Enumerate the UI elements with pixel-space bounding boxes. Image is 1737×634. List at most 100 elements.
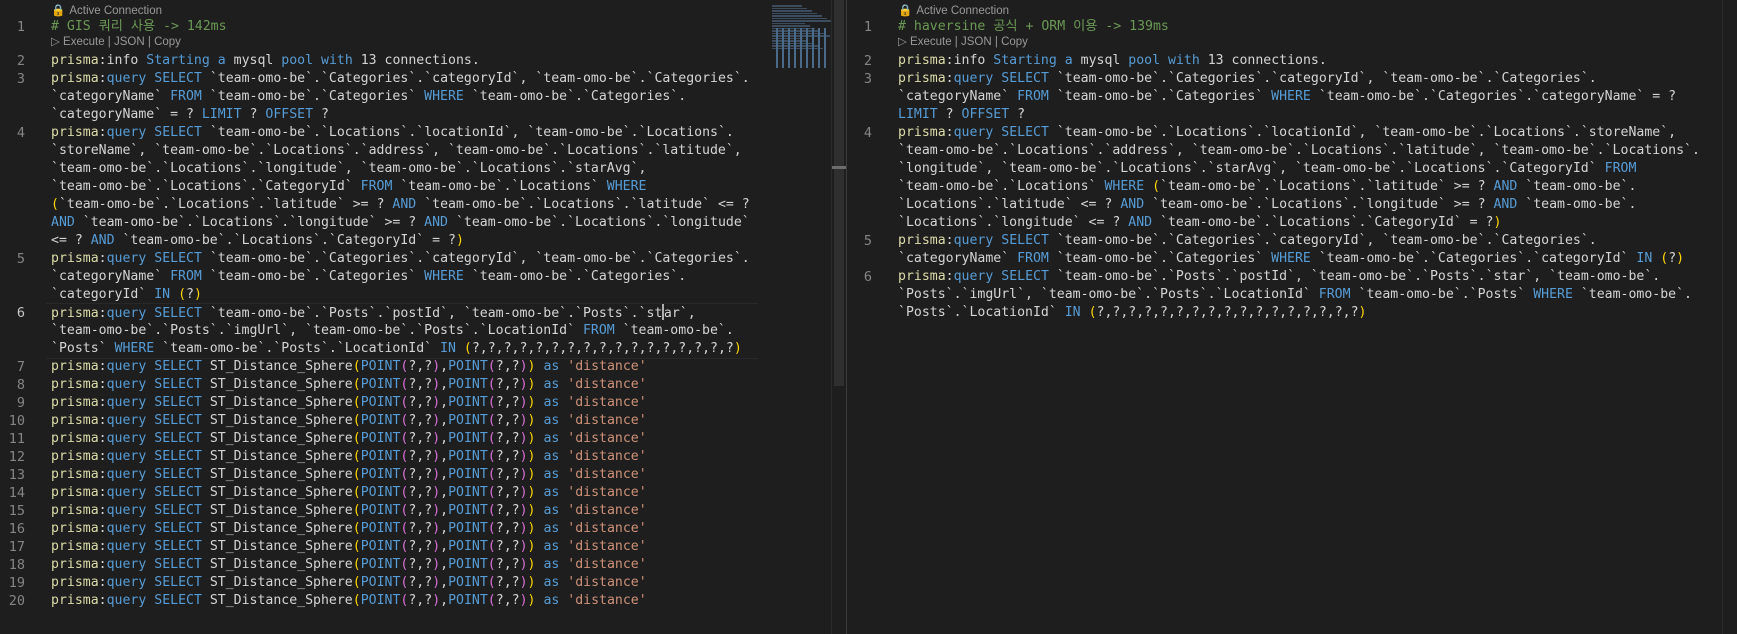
code-line[interactable]: prisma:query SELECT `team-omo-be`.`Locat… <box>51 124 734 142</box>
code-line[interactable]: prisma:query SELECT ST_Distance_Sphere(P… <box>51 412 647 430</box>
lens-separator: | <box>144 36 155 48</box>
play-icon: ▷ <box>898 36 911 48</box>
line-number[interactable]: 4 <box>847 124 872 142</box>
code-line-wrapped[interactable]: LIMIT ? OFFSET ? <box>898 106 1025 124</box>
code-line-wrapped[interactable]: `categoryId` IN (?) <box>51 286 202 304</box>
code-line[interactable]: prisma:query SELECT `team-omo-be`.`Locat… <box>898 124 1676 142</box>
code-line-wrapped[interactable]: `storeName`, `team-omo-be`.`Locations`.`… <box>51 142 742 160</box>
code-line[interactable]: prisma:query SELECT ST_Distance_Sphere(P… <box>51 448 647 466</box>
line-number[interactable]: 14 <box>0 484 25 502</box>
copy-link[interactable]: Copy <box>1001 36 1028 48</box>
code-line-wrapped[interactable]: `Posts` WHERE `team-omo-be`.`Posts`.`Loc… <box>51 340 742 358</box>
lens-separator: | <box>104 36 114 48</box>
code-line[interactable]: # GIS 쿼리 사용 -> 142ms <box>51 18 227 36</box>
scrollbar-thumb[interactable] <box>834 0 844 386</box>
code-line-wrapped[interactable]: `categoryName` FROM `team-omo-be`.`Categ… <box>898 88 1676 106</box>
code-line[interactable]: prisma:query SELECT ST_Distance_Sphere(P… <box>51 430 647 448</box>
minimap-line <box>794 28 796 68</box>
code-line-wrapped[interactable]: `Posts`.`LocationId` IN (?,?,?,?,?,?,?,?… <box>898 304 1367 322</box>
line-number[interactable]: 1 <box>0 18 25 36</box>
code-line[interactable]: prisma:query SELECT ST_Distance_Sphere(P… <box>51 520 647 538</box>
execute-link[interactable]: Execute <box>63 36 105 48</box>
code-line-wrapped[interactable]: `team-omo-be`.`Locations`.`longitude`, `… <box>51 160 646 178</box>
copy-link[interactable]: Copy <box>154 36 181 48</box>
code-line[interactable]: prisma:query SELECT ST_Distance_Sphere(P… <box>51 484 647 502</box>
code-line[interactable]: prisma:query SELECT `team-omo-be`.`Posts… <box>898 268 1660 286</box>
line-number[interactable]: 18 <box>0 556 25 574</box>
json-link[interactable]: JSON <box>961 36 992 48</box>
code-line[interactable]: prisma:query SELECT ST_Distance_Sphere(P… <box>51 502 647 520</box>
code-line[interactable]: prisma:query SELECT `team-omo-be`.`Categ… <box>898 232 1597 250</box>
line-number[interactable]: 2 <box>0 52 25 70</box>
code-line-wrapped[interactable]: `Locations`.`longitude` <= ? AND `team-o… <box>898 214 1501 232</box>
code-line[interactable]: prisma:query SELECT ST_Distance_Sphere(P… <box>51 358 647 376</box>
line-number[interactable]: 10 <box>0 412 25 430</box>
code-line-wrapped[interactable]: `Posts`.`imgUrl`, `team-omo-be`.`Posts`.… <box>898 286 1692 304</box>
line-number[interactable]: 16 <box>0 520 25 538</box>
line-number[interactable]: 8 <box>0 376 25 394</box>
code-line[interactable]: prisma:query SELECT ST_Distance_Sphere(P… <box>51 592 647 610</box>
minimap-line <box>772 25 810 27</box>
editor-pane-right[interactable]: 123456 # haversine 공식 + ORM 이용 -> 139ms p… <box>847 0 1737 634</box>
line-number[interactable]: 6 <box>847 268 872 286</box>
lock-icon: 🔒 <box>898 5 913 17</box>
code-line[interactable]: prisma:query SELECT ST_Distance_Sphere(P… <box>51 376 647 394</box>
code-line[interactable]: prisma:info Starting a mysql pool with 1… <box>898 52 1327 70</box>
line-number[interactable]: 11 <box>0 430 25 448</box>
code-line[interactable]: prisma:info Starting a mysql pool with 1… <box>51 52 480 70</box>
line-number[interactable]: 19 <box>0 574 25 592</box>
minimap[interactable] <box>772 4 834 70</box>
line-number[interactable]: 4 <box>0 124 25 142</box>
code-line-wrapped[interactable]: `team-omo-be`.`Locations`.`address`, `te… <box>898 142 1700 160</box>
vertical-scrollbar[interactable] <box>1722 0 1737 634</box>
vertical-scrollbar[interactable] <box>831 0 846 634</box>
json-link[interactable]: JSON <box>114 36 145 48</box>
code-line-wrapped[interactable]: `categoryName` FROM `team-omo-be`.`Categ… <box>51 268 686 286</box>
line-number[interactable]: 17 <box>0 538 25 556</box>
line-number[interactable]: 7 <box>0 358 25 376</box>
code-line[interactable]: prisma:query SELECT ST_Distance_Sphere(P… <box>51 556 647 574</box>
code-line[interactable]: prisma:query SELECT `team-omo-be`.`Categ… <box>898 70 1597 88</box>
line-number[interactable]: 20 <box>0 592 25 610</box>
code-line-wrapped[interactable]: `categoryName` = ? LIMIT ? OFFSET ? <box>51 106 329 124</box>
code-line-wrapped[interactable]: <= ? AND `team-omo-be`.`Locations`.`Cate… <box>51 232 464 250</box>
line-number[interactable]: 1 <box>847 18 872 36</box>
code-line[interactable]: prisma:query SELECT `team-omo-be`.`Posts… <box>51 304 696 322</box>
line-number[interactable]: 9 <box>0 394 25 412</box>
code-line-wrapped[interactable]: `team-omo-be`.`Posts`.`imgUrl`, `team-om… <box>51 322 734 340</box>
line-number[interactable]: 5 <box>847 232 872 250</box>
minimap-line <box>806 28 808 68</box>
line-number[interactable]: 3 <box>847 70 872 88</box>
active-connection-lens[interactable]: 🔒 Active Connection <box>898 4 1009 18</box>
minimap-line <box>782 28 784 68</box>
line-number[interactable]: 6 <box>0 304 25 322</box>
code-line-wrapped[interactable]: `categoryName` FROM `team-omo-be`.`Categ… <box>51 88 686 106</box>
line-number[interactable]: 2 <box>847 52 872 70</box>
code-line-wrapped[interactable]: `Locations`.`latitude` <= ? AND `team-om… <box>898 196 1636 214</box>
code-line[interactable]: # haversine 공식 + ORM 이용 -> 139ms <box>898 18 1169 36</box>
minimap-line <box>772 22 805 24</box>
code-line[interactable]: prisma:query SELECT ST_Distance_Sphere(P… <box>51 466 647 484</box>
line-number[interactable]: 13 <box>0 466 25 484</box>
code-line-wrapped[interactable]: `categoryName` FROM `team-omo-be`.`Categ… <box>898 250 1684 268</box>
active-connection-label[interactable]: Active Connection <box>916 5 1009 17</box>
code-line-wrapped[interactable]: (`team-omo-be`.`Locations`.`latitude` >=… <box>51 196 750 214</box>
active-connection-label[interactable]: Active Connection <box>69 5 162 17</box>
code-line-wrapped[interactable]: AND `team-omo-be`.`Locations`.`longitude… <box>51 214 750 232</box>
code-line[interactable]: prisma:query SELECT ST_Distance_Sphere(P… <box>51 394 647 412</box>
line-number[interactable]: 15 <box>0 502 25 520</box>
line-number[interactable]: 12 <box>0 448 25 466</box>
code-line-wrapped[interactable]: `longitude`, `team-omo-be`.`Locations`.`… <box>898 160 1636 178</box>
code-line[interactable]: prisma:query SELECT ST_Distance_Sphere(P… <box>51 538 647 556</box>
line-number[interactable]: 5 <box>0 250 25 268</box>
code-line[interactable]: prisma:query SELECT `team-omo-be`.`Categ… <box>51 250 750 268</box>
minimap-line <box>818 28 820 68</box>
editor-pane-left[interactable]: 1 2 3 4 5 6 7 8 9 10 11 12 13 14 15 16 17 18 19 20 # GIS 쿼리… <box>0 0 846 634</box>
code-line-wrapped[interactable]: `team-omo-be`.`Locations`.`CategoryId` F… <box>51 178 647 196</box>
line-number[interactable]: 3 <box>0 70 25 88</box>
execute-link[interactable]: Execute <box>910 36 952 48</box>
active-connection-lens[interactable]: 🔒 Active Connection <box>51 4 162 18</box>
code-line[interactable]: prisma:query SELECT `team-omo-be`.`Categ… <box>51 70 750 88</box>
code-line-wrapped[interactable]: `team-omo-be`.`Locations` WHERE (`team-o… <box>898 178 1636 196</box>
code-line[interactable]: prisma:query SELECT ST_Distance_Sphere(P… <box>51 574 647 592</box>
